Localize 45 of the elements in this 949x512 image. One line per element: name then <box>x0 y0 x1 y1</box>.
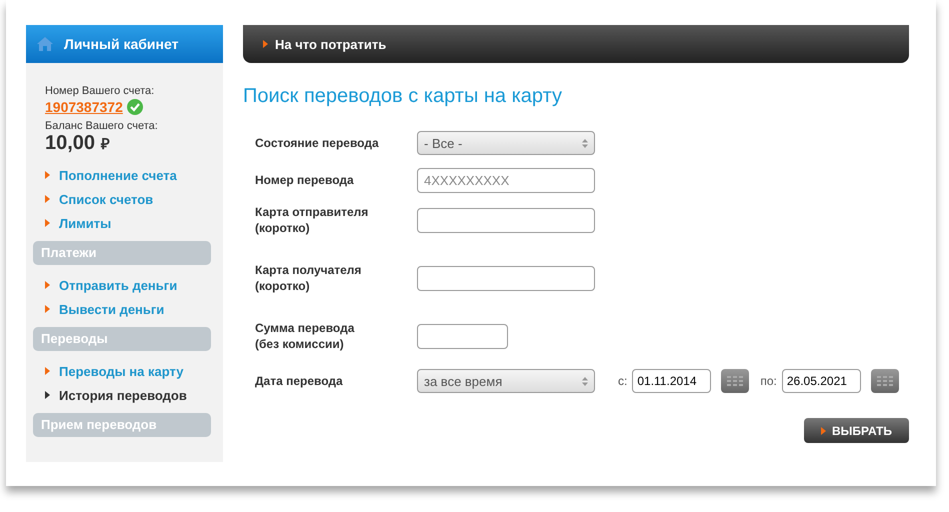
bullet-icon <box>45 195 50 203</box>
bullet-icon <box>263 40 268 48</box>
home-icon <box>36 36 54 52</box>
date-from-field[interactable]: 01.11.2014 <box>632 369 712 393</box>
field-label: Карта получателя (коротко) <box>255 262 362 294</box>
top-bar-link[interactable]: На что потратить <box>275 36 386 52</box>
bullet-icon <box>820 426 826 434</box>
sort-arrows-icon <box>582 376 588 386</box>
section-header: Прием переводов <box>33 413 211 437</box>
date-to-label: по: <box>760 374 777 388</box>
bullet-icon <box>45 305 50 313</box>
sidebar-title: Личный кабинет <box>64 36 178 52</box>
status-dropdown[interactable]: - Все - <box>417 131 595 155</box>
balance-amount: 10,00 <box>45 132 96 155</box>
date-from-label: с: <box>618 374 628 388</box>
section-header: Переводы <box>33 327 211 351</box>
bullet-icon <box>45 219 50 227</box>
field-label: Сумма перевода (без комиссии) <box>255 320 356 352</box>
field-label: Состояние перевода <box>255 135 380 151</box>
grid-icon <box>727 376 744 386</box>
section-header: Платежи <box>33 241 211 265</box>
bullet-icon <box>45 281 50 289</box>
account-label: Номер Вашего счета: <box>45 85 156 97</box>
sidebar-link[interactable]: История переводов <box>59 388 187 402</box>
input-field[interactable]: 4XXXXXXXXX <box>417 168 595 192</box>
input-field[interactable] <box>417 208 595 232</box>
bullet-icon <box>45 171 50 179</box>
submit-button[interactable]: ВЫБРАТЬ <box>804 418 909 443</box>
bullet-icon <box>45 367 50 375</box>
period-dropdown[interactable]: за все время <box>417 369 595 393</box>
field-label: Дата перевода <box>255 373 344 389</box>
field-label: Номер перевода <box>255 172 355 188</box>
calendar-button[interactable] <box>870 369 899 393</box>
bullet-icon <box>45 391 50 399</box>
input-field[interactable] <box>417 266 595 290</box>
date-to-field[interactable]: 26.05.2021 <box>782 369 861 393</box>
input-field[interactable] <box>417 324 508 348</box>
calendar-button[interactable] <box>721 369 750 393</box>
check-icon <box>126 99 143 115</box>
page-title: Поиск переводов с карты на карту <box>243 85 563 108</box>
sort-arrows-icon <box>582 138 588 148</box>
field-label: Карта отправителя (коротко) <box>255 204 370 236</box>
balance-label: Баланс Вашего счета: <box>45 120 159 132</box>
grid-icon <box>876 376 893 386</box>
currency-sign: ₽ <box>101 135 110 153</box>
